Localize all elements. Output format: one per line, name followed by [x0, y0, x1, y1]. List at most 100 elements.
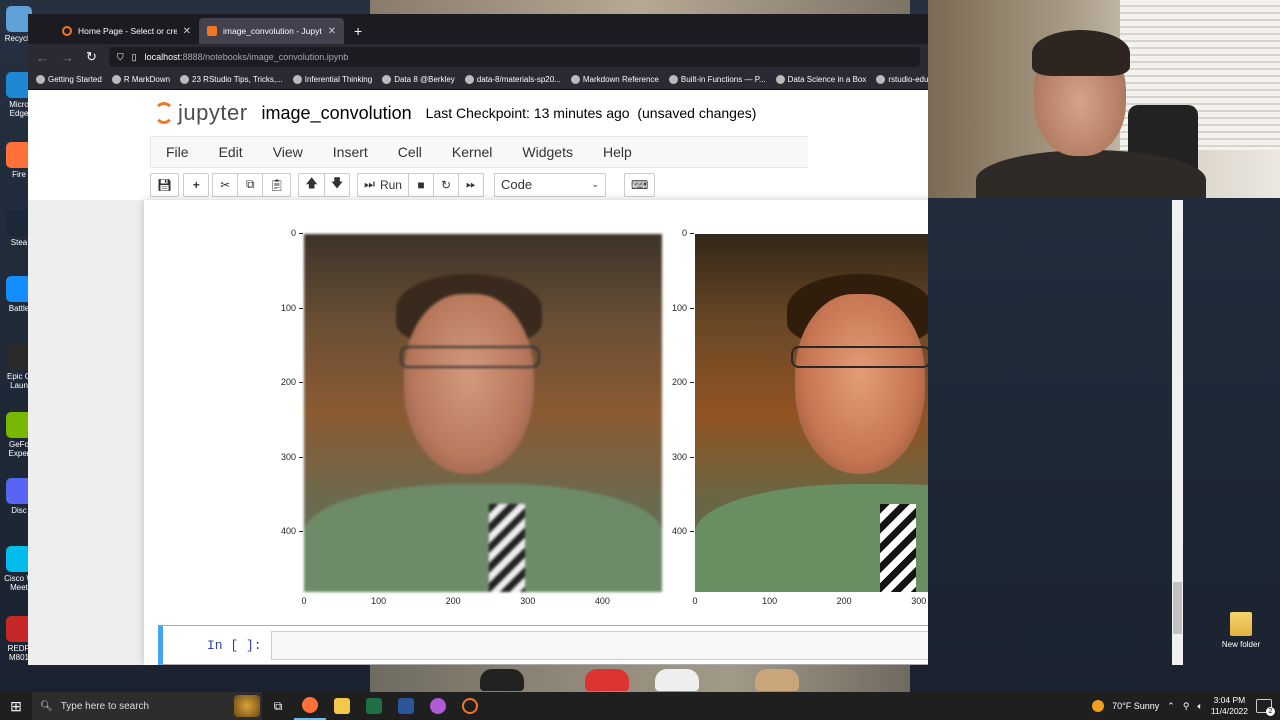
reload-icon[interactable]: ↻ [86, 49, 97, 65]
bookmark-label: Inferential Thinking [304, 75, 373, 84]
menu-file[interactable]: File [151, 144, 204, 160]
cell-type-select[interactable]: Code ⌄ [493, 172, 606, 197]
forward-icon[interactable]: → [61, 50, 74, 65]
bookmark-item[interactable]: Getting Started [36, 75, 102, 84]
restart-icon[interactable]: ↻ [432, 172, 459, 197]
menu-insert[interactable]: Insert [318, 144, 383, 160]
jupyter-logo[interactable]: jupyter [154, 100, 248, 126]
browser-tab-bar: Home Page - Select or create a ✕ image_c… [28, 14, 928, 44]
close-icon[interactable]: ✕ [183, 26, 191, 37]
x-tick-label: 400 [594, 596, 610, 606]
clock-time: 3:04 PM [1213, 695, 1246, 705]
notification-icon[interactable]: 2 [1256, 699, 1275, 716]
tab-label: image_convolution - Jupyter N [223, 26, 322, 36]
search-placeholder: Type here to search [60, 700, 150, 712]
menu-cell[interactable]: Cell [383, 144, 437, 160]
bookmark-label: rstudio-educati [888, 75, 928, 84]
x-tick-label: 0 [692, 596, 698, 606]
back-icon[interactable]: ← [36, 50, 49, 65]
code-editor[interactable] [271, 631, 928, 660]
menu-help[interactable]: Help [588, 144, 647, 160]
chevron-up-icon[interactable]: ⌃ [1167, 701, 1175, 712]
x-tick-label: 0 [301, 596, 307, 606]
x-tick-label: 100 [762, 596, 778, 606]
bookmark-item[interactable]: Data Science in a Box [775, 75, 867, 84]
bookmark-label: Markdown Reference [582, 75, 659, 84]
jupyter-menu-bar: File Edit View Insert Cell Kernel Widgets Help [150, 136, 808, 168]
shield-icon[interactable]: ⛉ [117, 52, 124, 63]
cut-icon[interactable]: ✂ [212, 172, 239, 197]
bookmark-item[interactable]: Data 8 @Berkley [382, 75, 455, 84]
menu-widgets[interactable]: Widgets [507, 144, 588, 160]
jupyter-header: jupyter image_convolution Last Checkpoin… [28, 90, 928, 136]
bookmark-item[interactable]: R MarkDown [111, 75, 170, 84]
restart-run-all-icon[interactable]: ⏩︎ [457, 172, 484, 197]
tab-home-page[interactable]: Home Page - Select or create a ✕ [54, 18, 199, 44]
excel-taskbar-icon[interactable] [358, 692, 390, 720]
bookmark-label: Getting Started [48, 75, 102, 84]
move-down-icon[interactable]: 🡇 [323, 172, 351, 197]
tab-label: Home Page - Select or create a [78, 26, 177, 36]
bookmark-icon [292, 75, 302, 84]
menu-kernel[interactable]: Kernel [437, 144, 507, 160]
move-up-icon[interactable]: 🡅 [298, 172, 325, 197]
background-photo-bottom [370, 665, 910, 693]
search-highlight-icon [234, 695, 260, 717]
bookmark-icon [382, 75, 392, 84]
cell-type-value: Code [500, 177, 533, 192]
menu-view[interactable]: View [258, 144, 318, 160]
bookmark-item[interactable]: rstudio-educati [876, 75, 928, 84]
clock[interactable]: 3:04 PM 11/4/2022 [1211, 695, 1248, 717]
save-icon[interactable]: 💾︎ [150, 172, 180, 197]
notebook-scrollbar[interactable] [1172, 200, 1183, 665]
jupyter-logo-text: jupyter [178, 100, 248, 125]
paste-icon[interactable]: 📋︎ [262, 172, 292, 197]
bookmark-label: Data Science in a Box [787, 75, 867, 84]
task-view-icon[interactable]: ⧉ [262, 692, 294, 720]
taskbar-search[interactable]: 🔍︎ Type here to search [32, 692, 262, 720]
menu-edit[interactable]: Edit [204, 144, 258, 160]
tab-image-convolution[interactable]: image_convolution - Jupyter N ✕ [199, 18, 344, 44]
new-folder-icon[interactable]: New folder [1214, 612, 1268, 649]
desktop-icon-label: Fire [12, 170, 26, 179]
volume-icon[interactable]: 🔈︎ [1197, 701, 1202, 712]
bookmark-icon [36, 75, 45, 84]
firefox-taskbar-icon[interactable] [294, 692, 326, 720]
notebook-name[interactable]: image_convolution [262, 103, 412, 124]
bookmark-item[interactable]: Markdown Reference [570, 75, 659, 84]
close-icon[interactable]: ✕ [328, 26, 336, 37]
bookmark-label: data-8/materials-sp20... [476, 75, 561, 84]
add-cell-icon[interactable]: + [183, 172, 210, 197]
browser-window: Home Page - Select or create a ✕ image_c… [28, 14, 928, 665]
jupyter-toolbar: 💾︎ + ✂ ⧉ 📋︎ 🡅 🡇 ⏭︎ Run ■ ↻ ⏩︎ Code ⌄ ⌨ [28, 168, 928, 202]
windows-start-icon[interactable]: ⊞ [0, 698, 32, 715]
new-tab-button[interactable]: + [344, 23, 372, 44]
input-prompt: In [ ]: [207, 638, 262, 653]
search-icon: 🔍︎ [40, 700, 53, 712]
bookmark-icon [570, 75, 580, 84]
bookmark-icon [464, 75, 474, 84]
copy-icon[interactable]: ⧉ [237, 172, 264, 197]
bookmark-item[interactable]: 23 RStudio Tips, Tricks,... [180, 75, 283, 84]
keyboard-icon[interactable]: ⌨ [623, 172, 656, 197]
weather-text[interactable]: 70°F Sunny [1112, 701, 1159, 711]
scrollbar-thumb[interactable] [1173, 582, 1182, 634]
bookmark-item[interactable]: Inferential Thinking [292, 75, 373, 84]
bookmark-item[interactable]: data-8/materials-sp20... [464, 75, 561, 84]
notebook-page: 0 100 200 300 400 0 100 200 300 400 0 100 200 300 400… [144, 200, 928, 665]
stop-icon[interactable]: ■ [407, 172, 434, 197]
run-button[interactable]: ⏭︎ Run [357, 172, 409, 197]
bookmark-icon [668, 75, 678, 84]
word-taskbar-icon[interactable] [390, 692, 422, 720]
shoe-shape [755, 669, 799, 691]
app-taskbar-icon[interactable] [422, 692, 454, 720]
y-tick-label: 200 [663, 377, 694, 387]
code-cell[interactable]: In [ ]: [158, 625, 928, 665]
bookmark-label: Built-in Functions — P... [680, 75, 766, 84]
weather-sun-icon[interactable] [1092, 700, 1105, 712]
url-bar[interactable]: ⛉ ▯ localhost:8888/notebooks/image_convo… [108, 47, 920, 67]
file-explorer-taskbar-icon[interactable] [326, 692, 358, 720]
jupyter-taskbar-icon[interactable] [454, 692, 486, 720]
bookmark-item[interactable]: Built-in Functions — P... [668, 75, 766, 84]
network-icon[interactable]: ⚲ [1183, 701, 1190, 712]
